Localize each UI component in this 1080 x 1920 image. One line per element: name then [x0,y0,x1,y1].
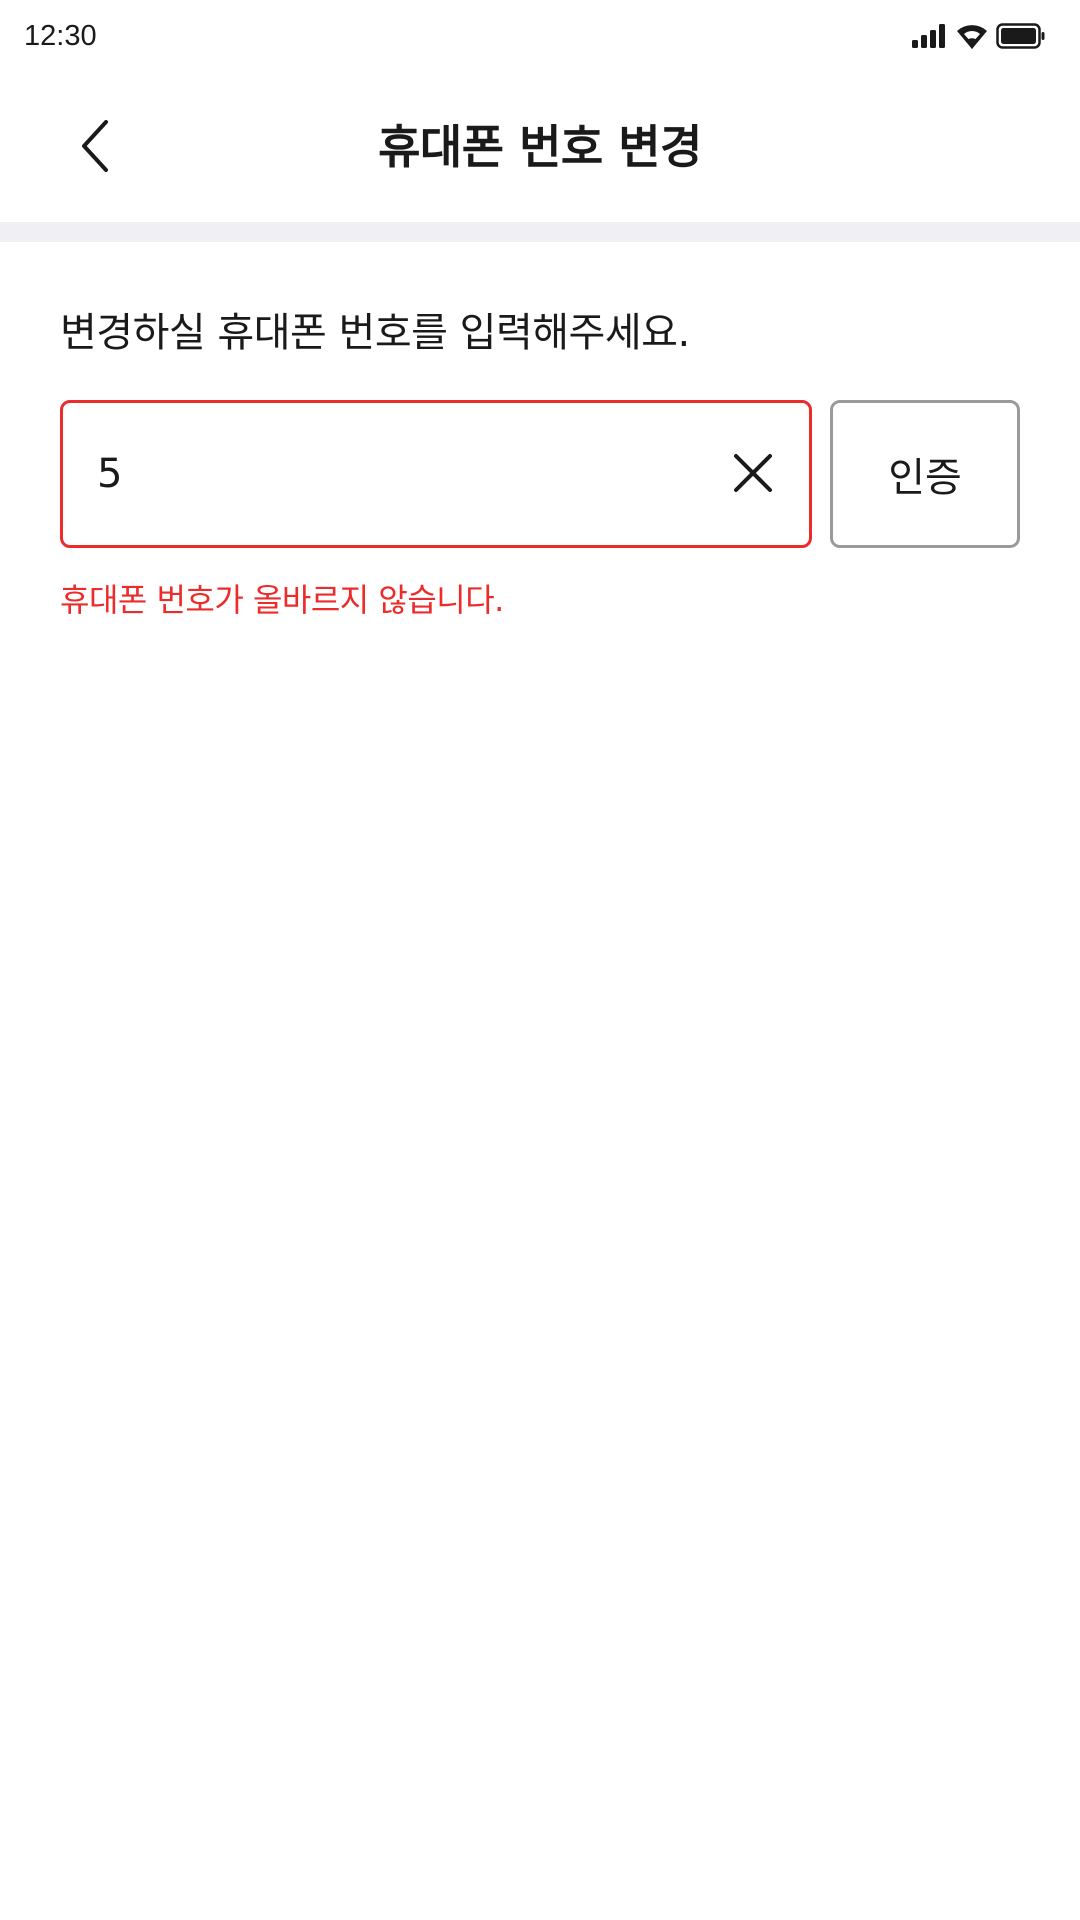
battery-icon [996,23,1046,49]
section-divider [0,222,1080,242]
phone-change-screen: 12:30 휴대폰 번호 변경 변경하실 휴대폰 번호를 입력해주세요. 5 인… [0,0,1080,1920]
signal-icon [912,24,948,48]
app-header: 휴대폰 번호 변경 [0,72,1080,222]
page-title: 휴대폰 번호 변경 [378,120,702,174]
instruction-text: 변경하실 휴대폰 번호를 입력해주세요. [60,310,690,356]
phone-number-field [60,400,812,548]
clear-input-button[interactable] [725,447,781,503]
status-icons [912,20,1046,52]
status-time: 12:30 [24,20,97,52]
wifi-icon [956,23,988,49]
error-message: 휴대폰 번호가 올바르지 않습니다. [60,581,504,619]
phone-number-input[interactable] [97,403,657,545]
verify-button[interactable]: 인증 [830,400,1020,548]
status-bar: 12:30 [0,0,1080,72]
close-icon [733,453,773,497]
